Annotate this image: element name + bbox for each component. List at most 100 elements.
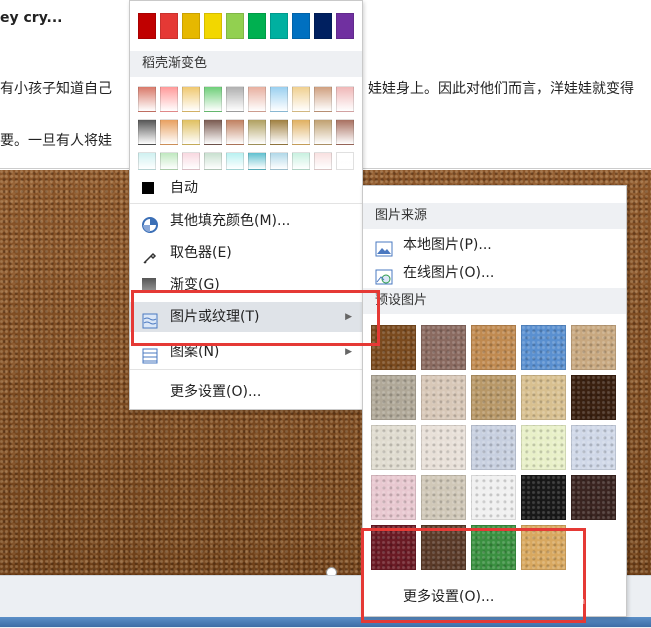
fill-color-menu: 稻壳渐变色 自动 其他填充颜色(M)... 取色器(E) 渐变(G) 图片或纹理… [129,0,363,410]
picture-texture-submenu: 图片来源 本地图片(P)... 在线图片(O)... 预设图片 更多设置(O).… [362,185,627,617]
eyedropper-item[interactable]: 取色器(E) [130,238,362,268]
gradient-swatch[interactable] [138,86,156,112]
gradient-swatch[interactable] [226,86,244,112]
gradient-swatch[interactable] [336,86,354,112]
menu-separator [130,369,362,370]
doc-line2: 要。一旦有人将娃 [0,133,112,149]
gradient-swatch[interactable] [204,86,222,112]
texture-swatch[interactable] [421,475,466,520]
gradient-swatch[interactable] [204,152,222,170]
gradient-swatch[interactable] [160,152,178,170]
gradient-swatch[interactable] [138,119,156,145]
more-fill-colors-item[interactable]: 其他填充颜色(M)... [130,206,362,236]
texture-swatch[interactable] [521,475,566,520]
black-square-icon [142,182,154,194]
texture-swatch[interactable] [571,325,616,370]
gradient-swatch[interactable] [182,86,200,112]
pattern-label: 图案(N) [170,344,220,360]
eyedropper-icon [142,246,157,264]
local-picture-item[interactable]: 本地图片(P)... [363,230,626,260]
color-swatch[interactable] [182,13,200,39]
gradient-swatch[interactable] [138,152,156,170]
gradient-swatch[interactable] [292,152,310,170]
texture-swatch[interactable] [571,425,616,470]
watermark-url: jingyan.baidu.com [502,597,586,607]
more-fill-colors-label: 其他填充颜色(M)... [170,213,291,229]
gradient-swatch[interactable] [336,119,354,145]
gradient-swatch[interactable] [270,86,288,112]
texture-swatch[interactable] [521,525,566,570]
texture-swatch[interactable] [471,325,516,370]
doc-line1-left: 有小孩子知道自己 [0,81,112,97]
gradient-swatch[interactable] [314,119,332,145]
pattern-item[interactable]: 图案(N) ▶ [130,337,362,367]
color-swatch[interactable] [292,13,310,39]
more-settings-item[interactable]: 更多设置(O)... [363,582,626,612]
pattern-icon [142,345,158,364]
gradient-row-2 [138,119,354,145]
color-swatch[interactable] [204,13,222,39]
texture-swatch[interactable] [371,375,416,420]
texture-swatch[interactable] [421,525,466,570]
gradient-swatch[interactable] [314,86,332,112]
color-swatch[interactable] [160,13,178,39]
picture-or-texture-label: 图片或纹理(T) [170,309,260,325]
auto-color-item[interactable]: 自动 [130,173,362,203]
texture-swatch[interactable] [471,375,516,420]
picture-texture-icon [142,310,158,329]
gradient-swatch[interactable] [182,152,200,170]
gradient-swatch[interactable] [226,152,244,170]
gradient-swatch[interactable] [248,86,266,112]
image-icon [375,238,393,257]
color-swatch[interactable] [248,13,266,39]
texture-swatch[interactable] [471,525,516,570]
texture-swatch[interactable] [471,425,516,470]
gradient-swatch[interactable] [336,152,354,170]
gradient-swatch[interactable] [160,119,178,145]
texture-swatch[interactable] [371,475,416,520]
color-swatch[interactable] [270,13,288,39]
gradient-swatch[interactable] [270,119,288,145]
gradient-swatch[interactable] [270,152,288,170]
color-swatch[interactable] [336,13,354,39]
gradient-swatch[interactable] [226,119,244,145]
gradient-header: 稻壳渐变色 [130,51,362,77]
texture-swatch[interactable] [371,325,416,370]
online-picture-label: 在线图片(O)... [403,265,495,281]
texture-swatch[interactable] [421,425,466,470]
texture-swatch[interactable] [521,375,566,420]
texture-swatch[interactable] [521,425,566,470]
picture-or-texture-item[interactable]: 图片或纹理(T) ▶ [130,302,362,332]
texture-swatch[interactable] [371,525,416,570]
gradient-swatch[interactable] [248,119,266,145]
texture-swatch[interactable] [371,425,416,470]
texture-swatch[interactable] [571,475,616,520]
online-picture-item[interactable]: 在线图片(O)... [363,258,626,288]
gradient-swatch[interactable] [160,86,178,112]
texture-swatch[interactable] [421,325,466,370]
more-settings-item[interactable]: 更多设置(O)... [130,377,362,407]
gradient-swatch[interactable] [292,86,310,112]
texture-swatch[interactable] [521,325,566,370]
menu-separator [130,203,362,204]
gradient-icon [142,278,156,292]
color-swatch[interactable] [314,13,332,39]
preset-texture-grid [371,325,616,570]
gradient-row-3 [138,152,354,170]
gradient-swatch[interactable] [248,152,266,170]
color-swatch[interactable] [138,13,156,39]
gradient-swatch[interactable] [204,119,222,145]
color-swatch[interactable] [226,13,244,39]
gradient-swatch[interactable] [292,119,310,145]
gradient-item[interactable]: 渐变(G) [130,270,362,300]
preset-picture-header: 预设图片 [363,288,626,314]
gradient-label: 渐变(G) [170,277,220,293]
texture-swatch[interactable] [421,375,466,420]
local-picture-label: 本地图片(P)... [403,237,492,253]
doc-title: ey cry... [0,10,63,26]
gradient-swatch[interactable] [182,119,200,145]
gradient-swatch[interactable] [314,152,332,170]
texture-swatch[interactable] [471,475,516,520]
taskbar [0,617,651,627]
texture-swatch[interactable] [571,375,616,420]
